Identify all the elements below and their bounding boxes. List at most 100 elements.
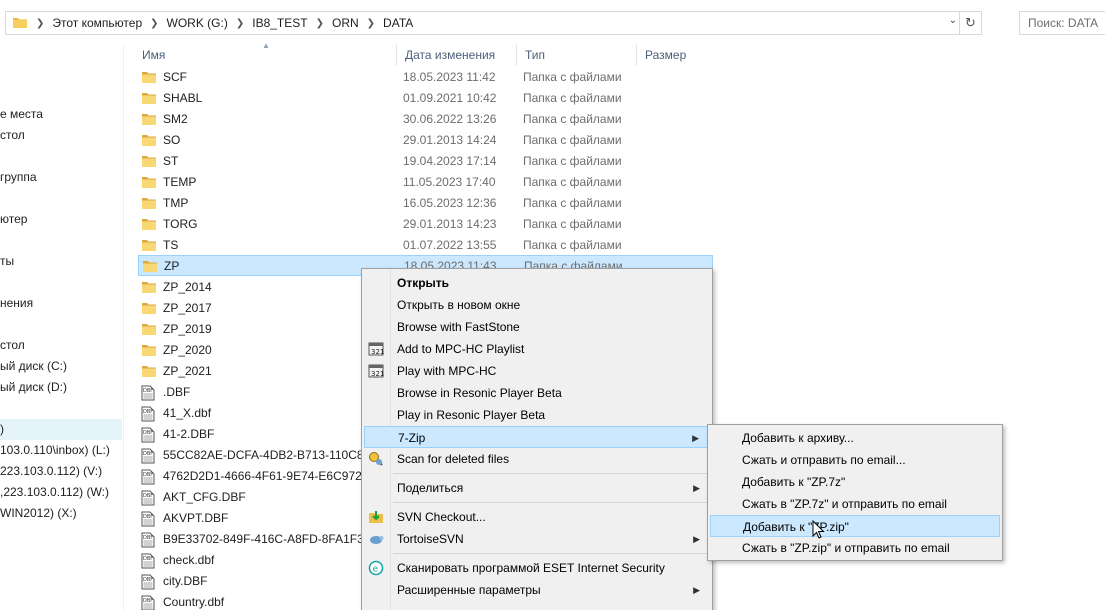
submenu-item-label: Добавить к "ZP.zip": [743, 520, 849, 534]
breadcrumb-item[interactable]: ❯ WORK (G:): [142, 12, 228, 34]
file-row[interactable]: TMP 16.05.2023 12:36 Папка с файлами: [138, 193, 713, 214]
menu-item[interactable]: TortoiseSVN ▶: [364, 528, 710, 550]
file-row[interactable]: SHABL 01.09.2021 10:42 Папка с файлами: [138, 88, 713, 109]
dbf-file-icon: DBF: [141, 469, 155, 488]
svg-text:DBF: DBF: [143, 388, 153, 394]
mpc-icon: 321: [368, 341, 384, 360]
chevron-right-icon[interactable]: ❯: [316, 18, 324, 29]
menu-item[interactable]: Поделиться ▶: [364, 477, 710, 499]
menu-item[interactable]: Browse in Resonic Player Beta: [364, 382, 710, 404]
breadcrumb-item[interactable]: ❯ Этот компьютер: [36, 12, 142, 34]
chevron-right-icon[interactable]: ❯: [236, 18, 244, 29]
search-input[interactable]: Поиск: DATA: [1019, 11, 1105, 35]
nav-item[interactable]: ): [0, 419, 122, 440]
menu-item[interactable]: Scan for deleted files: [364, 448, 710, 470]
submenu-item[interactable]: Добавить к "ZP.zip": [710, 515, 1000, 537]
nav-item[interactable]: WIN2012) (X:): [0, 503, 77, 524]
breadcrumb-label: IB8_TEST: [252, 16, 308, 30]
chevron-right-icon[interactable]: ❯: [367, 18, 375, 29]
address-bar[interactable]: ❯ Этот компьютер ❯ WORK (G:) ❯ IB8_TEST ❯ ORN ❯ D…: [5, 11, 982, 35]
menu-item[interactable]: Открыть в новом окне: [364, 294, 710, 316]
column-type[interactable]: Тип: [516, 44, 636, 66]
column-header: ▲ Имя Дата изменения Тип Размер: [134, 41, 1105, 66]
menu-item[interactable]: 321 Play with MPC-HC: [364, 360, 710, 382]
menu-item-label: Browse in Resonic Player Beta: [397, 386, 562, 400]
chevron-right-icon: ▶: [693, 534, 700, 544]
file-name: SHABL: [163, 91, 203, 105]
7zip-submenu: Добавить к архиву... Сжать и отправить по…: [707, 424, 1003, 561]
folder-icon: [12, 15, 28, 32]
file-row[interactable]: SCF 18.05.2023 11:42 Папка с файлами: [138, 67, 713, 88]
svg-text:DBF: DBF: [143, 535, 153, 541]
chevron-right-icon: ▶: [693, 483, 700, 493]
submenu-item[interactable]: Сжать в "ZP.7z" и отправить по email: [710, 493, 1000, 515]
menu-item[interactable]: Browse with FastStone: [364, 316, 710, 338]
menu-item[interactable]: Открыть: [364, 272, 710, 294]
nav-item[interactable]: ютер: [0, 209, 27, 230]
svn-checkout-icon: [368, 509, 384, 528]
menu-item[interactable]: 7-Zip ▶: [364, 426, 710, 448]
submenu-item[interactable]: Добавить к "ZP.7z": [710, 471, 1000, 493]
folder-icon: [141, 322, 157, 339]
file-name: TMP: [163, 196, 189, 210]
svg-text:DBF: DBF: [143, 514, 153, 520]
nav-item[interactable]: е места: [0, 104, 43, 125]
scan-icon: [368, 451, 384, 470]
menu-item[interactable]: 321 Add to MPC-HC Playlist: [364, 338, 710, 360]
file-row[interactable]: TORG 29.01.2013 14:23 Папка с файлами: [138, 214, 713, 235]
file-row[interactable]: SM2 30.06.2022 13:26 Папка с файлами: [138, 109, 713, 130]
submenu-item[interactable]: Сжать в "ZP.zip" и отправить по email: [710, 537, 1000, 559]
breadcrumb-item[interactable]: ❯ DATA: [359, 12, 414, 34]
nav-item[interactable]: стол: [0, 335, 25, 356]
file-row[interactable]: SO 29.01.2013 14:24 Папка с файлами: [138, 130, 713, 151]
nav-item[interactable]: стол: [0, 125, 25, 146]
breadcrumb-item[interactable]: ❯ ORN: [308, 12, 359, 34]
dbf-file-icon: DBF: [141, 448, 155, 467]
chevron-right-icon[interactable]: ❯: [36, 18, 44, 29]
submenu-item-label: Добавить к архиву...: [742, 431, 854, 445]
file-type: Папка с файлами: [523, 217, 622, 231]
file-row[interactable]: ST 19.04.2023 17:14 Папка с файлами: [138, 151, 713, 172]
svg-text:e: e: [373, 565, 379, 575]
menu-item[interactable]: SVN Checkout...: [364, 506, 710, 528]
menu-item-label: Открыть: [397, 276, 450, 290]
nav-item[interactable]: ый диск (D:): [0, 377, 67, 398]
column-date[interactable]: Дата изменения: [396, 44, 516, 66]
folder-icon: [142, 259, 158, 276]
file-type: Папка с файлами: [523, 238, 622, 252]
folder-icon: [141, 133, 157, 150]
nav-item[interactable]: ты: [0, 251, 14, 272]
menu-item[interactable]: Расширенные параметры ▶: [364, 579, 710, 601]
nav-item[interactable]: ,223.103.0.112) (W:): [0, 482, 109, 503]
nav-item[interactable]: группа: [0, 167, 37, 188]
submenu-item-label: Сжать в "ZP.7z" и отправить по email: [742, 497, 947, 511]
svg-text:DBF: DBF: [143, 577, 153, 583]
menu-item-label: Play in Resonic Player Beta: [397, 408, 546, 422]
refresh-icon[interactable]: ↻: [959, 12, 981, 34]
dbf-file-icon: DBF: [141, 511, 155, 530]
column-name[interactable]: Имя: [134, 44, 396, 66]
menu-item[interactable]: e Сканировать программой ESET Internet Se…: [364, 557, 710, 579]
chevron-right-icon[interactable]: ❯: [150, 18, 158, 29]
breadcrumb-label: ORN: [331, 16, 359, 30]
submenu-item[interactable]: Добавить к архиву...: [710, 427, 1000, 449]
file-date: 01.07.2022 13:55: [403, 238, 497, 252]
nav-item[interactable]: 223.103.0.112) (V:): [0, 461, 102, 482]
svg-text:DBF: DBF: [143, 430, 153, 436]
column-size[interactable]: Размер: [636, 44, 716, 66]
submenu-item[interactable]: Сжать и отправить по email...: [710, 449, 1000, 471]
dbf-file-icon: DBF: [141, 385, 155, 404]
breadcrumb: ❯ Этот компьютер ❯ WORK (G:) ❯ IB8_TEST ❯ ORN ❯ D…: [36, 12, 413, 34]
breadcrumb-item[interactable]: ❯ IB8_TEST: [228, 12, 308, 34]
file-date: 30.06.2022 13:26: [403, 112, 497, 126]
folder-icon: [141, 217, 157, 234]
menu-item[interactable]: Play in Resonic Player Beta: [364, 404, 710, 426]
nav-item[interactable]: 103.0.110\inbox) (L:): [0, 440, 110, 461]
file-row[interactable]: TS 01.07.2022 13:55 Папка с файлами: [138, 235, 713, 256]
nav-item[interactable]: ый диск (C:): [0, 356, 67, 377]
file-row[interactable]: TEMP 11.05.2023 17:40 Папка с файлами: [138, 172, 713, 193]
nav-item[interactable]: нения: [0, 293, 33, 314]
menu-item-label: Browse with FastStone: [397, 320, 520, 334]
file-name: TEMP: [163, 175, 197, 189]
chevron-down-icon[interactable]: ⌄: [949, 15, 957, 26]
